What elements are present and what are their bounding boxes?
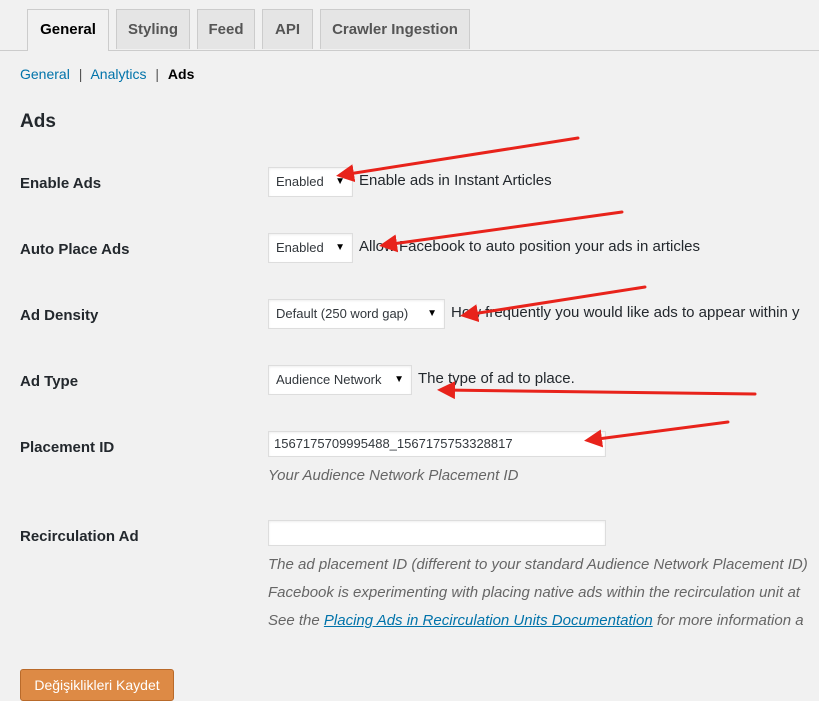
subnav-general-link[interactable]: General xyxy=(20,66,70,82)
ad-density-description: How frequently you would like ads to app… xyxy=(451,304,800,321)
auto-place-ads-label: Auto Place Ads xyxy=(20,241,130,258)
section-title: Ads xyxy=(20,111,56,132)
placement-id-label: Placement ID xyxy=(20,439,115,456)
annotation-arrow-icon xyxy=(336,136,580,183)
enable-ads-select[interactable]: Enabled ▼ xyxy=(268,167,353,197)
ad-density-value: Default (250 word gap) xyxy=(276,306,409,321)
recirculation-ad-help-1: The ad placement ID (different to your s… xyxy=(268,556,808,573)
tab-feed[interactable]: Feed xyxy=(197,9,255,49)
tab-general[interactable]: General xyxy=(27,9,109,51)
recirculation-ad-label: Recirculation Ad xyxy=(20,528,139,545)
dropdown-caret-icon: ▼ xyxy=(335,242,345,253)
subnav-analytics-link[interactable]: Analytics xyxy=(90,66,146,82)
subnav-separator: | xyxy=(155,66,160,82)
help-text-prefix: See the xyxy=(268,612,324,629)
recirculation-docs-link[interactable]: Placing Ads in Recirculation Units Docum… xyxy=(324,612,653,629)
enable-ads-value: Enabled xyxy=(276,174,324,189)
auto-place-ads-value: Enabled xyxy=(276,240,324,255)
tab-styling[interactable]: Styling xyxy=(116,9,190,49)
ad-type-select[interactable]: Audience Network ▼ xyxy=(268,365,412,395)
placement-id-help: Your Audience Network Placement ID xyxy=(268,467,519,484)
annotation-arrow-icon xyxy=(437,381,757,400)
dropdown-caret-icon: ▼ xyxy=(394,374,404,385)
recirculation-ad-help-2: Facebook is experimenting with placing n… xyxy=(268,584,800,601)
sub-navigation: General | Analytics | Ads xyxy=(20,66,194,82)
ad-type-label: Ad Type xyxy=(20,373,79,390)
enable-ads-description: Enable ads in Instant Articles xyxy=(359,172,552,189)
annotation-arrow-icon xyxy=(584,420,730,448)
help-text-suffix: for more information a xyxy=(652,612,804,629)
dropdown-caret-icon: ▼ xyxy=(427,308,437,319)
ad-type-description: The type of ad to place. xyxy=(418,370,575,387)
ad-density-label: Ad Density xyxy=(20,307,99,324)
save-changes-button[interactable]: Değişiklikleri Kaydet xyxy=(20,669,174,701)
subnav-ads-current: Ads xyxy=(167,66,195,82)
ad-density-select[interactable]: Default (250 word gap) ▼ xyxy=(268,299,445,329)
ad-type-value: Audience Network xyxy=(276,372,382,387)
settings-tabs: General Styling Feed API Crawler Ingesti… xyxy=(0,0,819,51)
recirculation-ad-input[interactable] xyxy=(268,520,606,546)
recirculation-ad-help-3: See the Placing Ads in Recirculation Uni… xyxy=(268,612,804,629)
tab-api[interactable]: API xyxy=(262,9,313,49)
enable-ads-label: Enable Ads xyxy=(20,175,102,192)
dropdown-caret-icon: ▼ xyxy=(335,176,345,187)
placement-id-input[interactable]: 1567175709995488_1567175753328817 xyxy=(268,431,606,457)
auto-place-ads-select[interactable]: Enabled ▼ xyxy=(268,233,353,263)
subnav-separator: | xyxy=(78,66,83,82)
auto-place-ads-description: Allow Facebook to auto position your ads… xyxy=(359,238,701,255)
tab-crawler-ingestion[interactable]: Crawler Ingestion xyxy=(320,9,470,49)
